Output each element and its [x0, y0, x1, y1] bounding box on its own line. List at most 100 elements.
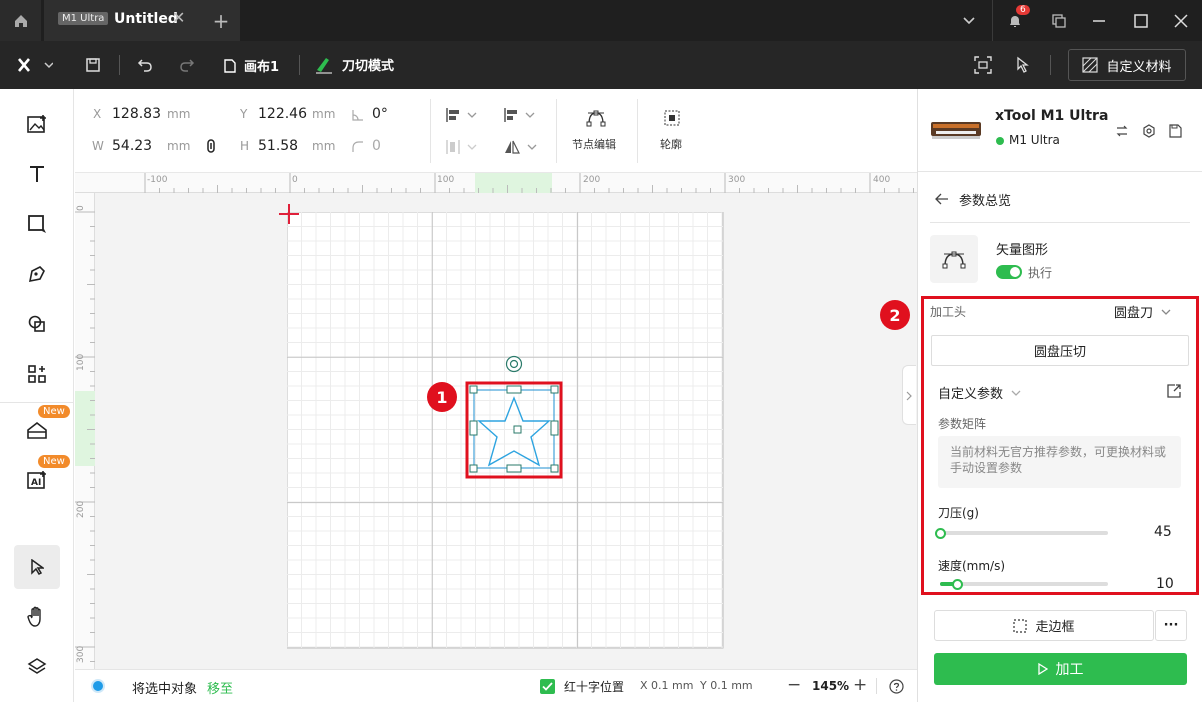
frame-label: 走边框 [1035, 620, 1075, 635]
right-panel: xTool M1 Ultra M1 Ultra 参数总览 矢量图形 执行 2 加… [880, 89, 1202, 702]
help-icon[interactable] [889, 679, 904, 694]
y-label: Y [240, 107, 248, 121]
device-save-icon[interactable] [1169, 124, 1182, 138]
left-toolbar: New AI New [0, 89, 74, 702]
zoom-out-button[interactable]: − [787, 675, 801, 695]
settings-icon[interactable] [1142, 124, 1156, 138]
home-icon[interactable] [0, 0, 41, 41]
device-status-dot [996, 137, 1004, 145]
title-bar: M1 Ultra Untitled ✕ + 6 [0, 0, 1202, 41]
red-cross-checkbox[interactable] [540, 679, 555, 694]
knife-icon [316, 57, 332, 74]
windows-icon[interactable] [1048, 10, 1070, 32]
h-unit: mm [312, 139, 336, 153]
y-input[interactable]: 122.46 [258, 106, 307, 122]
speed-value[interactable]: 10 [1156, 576, 1174, 592]
h-label: H [240, 139, 250, 153]
canvas-selector[interactable]: 画布1 [224, 56, 279, 75]
zoom-level: 145% [812, 679, 850, 693]
process-type-button[interactable]: 圆盘压切 [931, 335, 1189, 366]
h-tick-label: 400 [873, 175, 891, 185]
v-tick-label: 300 [76, 645, 86, 663]
camera-capture-icon[interactable] [972, 54, 994, 76]
back-arrow-icon[interactable] [935, 193, 949, 205]
h-input[interactable]: 51.58 [258, 138, 298, 154]
text-icon[interactable] [22, 159, 52, 189]
boolean-icon[interactable] [22, 309, 52, 339]
y-unit: mm [312, 107, 336, 121]
minimize-icon[interactable] [1088, 10, 1110, 32]
new-badge: New [38, 455, 70, 468]
hand-icon[interactable] [22, 602, 52, 632]
node-edit-button[interactable]: 节点编辑 [568, 107, 624, 157]
speed-slider-track[interactable] [940, 582, 1108, 586]
move-to-link[interactable]: 移至 [207, 678, 233, 697]
lock-ratio-icon[interactable] [205, 139, 217, 153]
move-selected-label: 将选中对象 [132, 682, 198, 697]
pointer-icon[interactable] [1010, 54, 1032, 76]
pressure-slider-track[interactable] [940, 531, 1108, 535]
elements-icon[interactable] [22, 359, 52, 389]
w-input[interactable]: 54.23 [112, 138, 152, 154]
flip-button[interactable] [503, 137, 543, 157]
process-start-button[interactable]: 加工 [934, 653, 1187, 685]
xtool-menu-button[interactable] [14, 53, 56, 77]
pressure-value[interactable]: 45 [1154, 524, 1172, 540]
canvas-label: 画布1 [244, 60, 280, 75]
vector-label: 矢量图形 [996, 243, 1049, 258]
speed-label: 速度(mm/s) [938, 559, 1006, 573]
head-select[interactable]: 圆盘刀 [1114, 302, 1171, 321]
h-tick-label: 0 [292, 175, 298, 185]
rotate-handle-icon[interactable] [505, 355, 523, 373]
align-vertical-button[interactable] [445, 137, 485, 157]
align-left-button[interactable] [503, 105, 543, 125]
x-input[interactable]: 128.83 [112, 106, 161, 122]
layers-icon[interactable] [22, 652, 52, 682]
vertical-ruler-ticks [75, 211, 95, 662]
redo-icon[interactable] [176, 53, 198, 77]
switch-device-icon[interactable] [1116, 125, 1128, 137]
close-window-icon[interactable] [1170, 10, 1192, 32]
back-label[interactable]: 参数总览 [959, 190, 1011, 209]
align-left-icon [504, 108, 517, 122]
h-tick-label: -100 [147, 175, 168, 185]
maximize-icon[interactable] [1130, 10, 1152, 32]
execute-toggle[interactable] [996, 265, 1022, 279]
selected-star-shape[interactable] [465, 381, 563, 479]
chevron-down-icon [1011, 390, 1021, 396]
collapse-panel-handle[interactable] [902, 365, 916, 425]
undo-icon[interactable] [134, 53, 156, 77]
horizontal-ruler: -100 0 100 200 300 400 [75, 173, 917, 193]
close-tab-icon[interactable]: ✕ [172, 8, 185, 27]
outline-button[interactable]: 轮廓 [653, 107, 693, 157]
corner-radius-input[interactable]: 0 [372, 138, 381, 154]
align-distribute-button[interactable] [445, 105, 485, 125]
custom-material-button[interactable]: 自定义材料 [1068, 49, 1186, 81]
material-library-icon[interactable] [22, 415, 52, 445]
pen-icon[interactable] [22, 259, 52, 289]
speed-slider-knob[interactable] [951, 579, 963, 590]
angle-input[interactable]: 0° [372, 106, 388, 122]
select-tool-button[interactable] [14, 545, 60, 589]
shape-icon[interactable] [22, 209, 52, 239]
pressure-slider-knob[interactable] [935, 528, 946, 539]
align-vertical-icon [446, 140, 460, 154]
save-icon[interactable] [82, 53, 104, 77]
image-icon[interactable] [22, 109, 52, 139]
ai-image-icon[interactable]: AI [22, 465, 52, 495]
status-dot-icon [91, 679, 105, 693]
new-badge: New [38, 405, 70, 418]
chevron-down-icon[interactable] [958, 10, 980, 32]
zoom-in-button[interactable]: + [853, 675, 867, 695]
canvas-area[interactable]: -100 0 100 200 300 400 0 100 200 300 1 [75, 173, 917, 669]
corner-radius-icon [352, 141, 363, 152]
node-edit-icon [586, 110, 606, 127]
export-params-icon[interactable] [1166, 383, 1182, 399]
new-tab-icon[interactable]: + [208, 8, 234, 34]
device-image [930, 119, 982, 141]
frame-button[interactable]: 走边框 [934, 610, 1154, 641]
more-options-icon[interactable]: ··· [1155, 610, 1187, 641]
v-tick-label: 200 [76, 500, 86, 518]
custom-params-select[interactable]: 自定义参数 [938, 383, 1021, 402]
mode-selector[interactable]: 刀切模式 [314, 55, 394, 74]
